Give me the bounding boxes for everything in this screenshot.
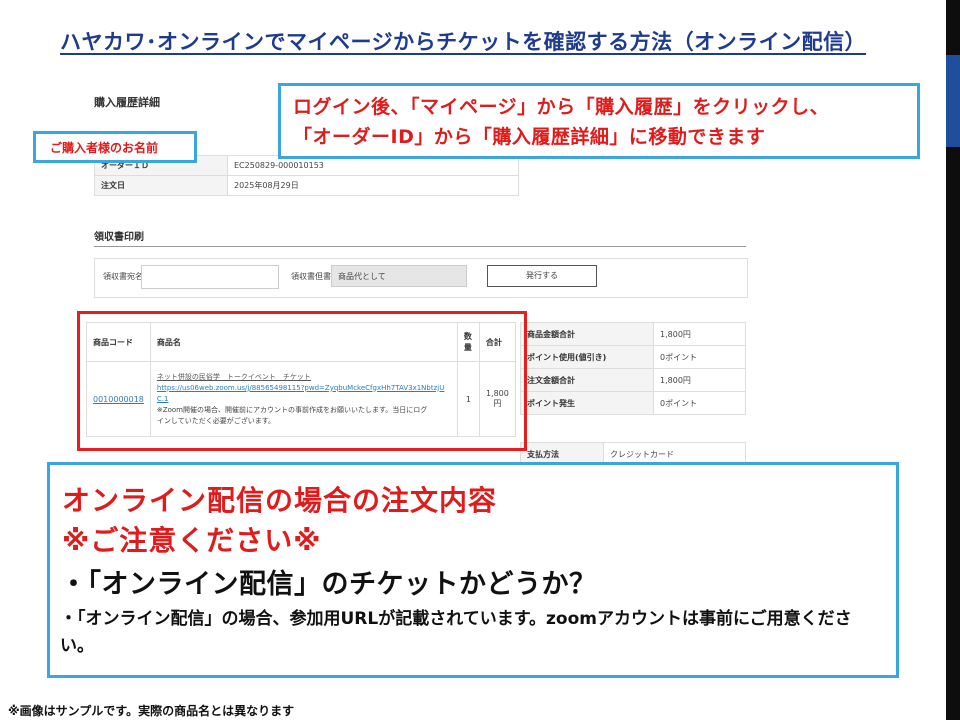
items-highlight-box [77, 311, 527, 451]
page-heading: 購入履歴詳細 [94, 96, 160, 109]
receipt-heading: 領収書印刷 [94, 232, 144, 243]
login-instruction-callout: ログイン後、「マイページ」から「購入履歴」をクリックし、 「オーダーID」から「… [278, 83, 920, 159]
summary-label: ポイント使用(値引き) [520, 345, 654, 369]
summary-label: ポイント発生 [520, 391, 654, 415]
receipt-addressee-input[interactable] [141, 265, 279, 289]
order-date-row: 注文日 2025年08月29日 [94, 175, 519, 196]
summary-label: 商品金額合計 [520, 322, 654, 346]
summary-value: 1,800円 [653, 368, 746, 392]
callout-line-1: ログイン後、「マイページ」から「購入履歴」をクリックし、 [293, 96, 830, 118]
notice-heading: オンライン配信の場合の注文内容 [62, 484, 498, 517]
notice-url-item: ・「オンライン配信」の場合、参加用URLが記載されています。zoomアカウントは… [60, 609, 852, 656]
summary-table: 商品金額合計 1,800円 ポイント使用(値引き) 0ポイント 注文金額合計 1… [520, 322, 746, 415]
online-notice-callout: オンライン配信の場合の注文内容 ※ご注意ください※ ・「オンライン配信」のチケッ… [47, 462, 899, 678]
callout-line-2: 「オーダーID」から「購入履歴詳細」に移動できます [293, 126, 766, 148]
summary-value: 1,800円 [653, 322, 746, 346]
receipt-note-label: 領収書但書 [291, 272, 331, 281]
summary-value: 0ポイント [653, 345, 746, 369]
summary-row: 注文金額合計 1,800円 [520, 368, 746, 392]
buyer-name-label: ご購入者様のお名前 [50, 141, 159, 155]
issue-receipt-button[interactable]: 発行する [487, 265, 597, 287]
slide-title: ハヤカワ･オンラインでマイページからチケットを確認する方法（オンライン配信） [60, 30, 867, 54]
receipt-note-input[interactable]: 商品代として [331, 265, 467, 287]
summary-label: 注文金額合計 [520, 368, 654, 392]
summary-value: 0ポイント [653, 391, 746, 415]
notice-check-item: ・「オンライン配信」のチケットかどうか？ [60, 569, 597, 600]
receipt-addressee-label: 領収書宛名 [103, 272, 143, 281]
slide-edge-accent [946, 55, 960, 147]
summary-row: ポイント発生 0ポイント [520, 391, 746, 415]
notice-caution: ※ご注意ください※ [62, 524, 322, 557]
order-date-label: 注文日 [94, 175, 228, 196]
summary-row: 商品金額合計 1,800円 [520, 322, 746, 346]
summary-row: ポイント使用(値引き) 0ポイント [520, 345, 746, 369]
receipt-divider [94, 246, 746, 247]
buyer-name-callout: ご購入者様のお名前 [33, 131, 197, 163]
order-date-value: 2025年08月29日 [227, 175, 519, 196]
receipt-form: 領収書宛名 領収書但書 商品代として 発行する [94, 258, 748, 298]
footnote: ※画像はサンプルです。実際の商品名とは異なります [8, 704, 295, 718]
